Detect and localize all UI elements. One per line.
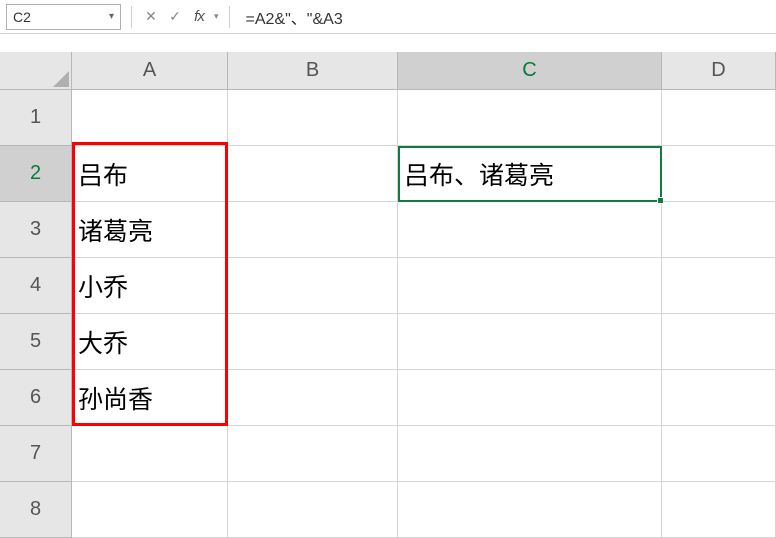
cell-d4[interactable] [662, 258, 776, 314]
cell-d8[interactable] [662, 482, 776, 538]
cell-c8[interactable] [398, 482, 662, 538]
cell-a6[interactable]: 孙尚香 [72, 370, 228, 426]
cell-d1[interactable] [662, 90, 776, 146]
column-header-b[interactable]: B [228, 52, 398, 90]
name-box-value: C2 [13, 9, 31, 25]
row-header-6[interactable]: 6 [0, 370, 72, 426]
cell-d5[interactable] [662, 314, 776, 370]
column-header-a[interactable]: A [72, 52, 228, 90]
column-headers: A B C D [72, 52, 776, 90]
row-header-5[interactable]: 5 [0, 314, 72, 370]
cell-a7[interactable] [72, 426, 228, 482]
cell-c5[interactable] [398, 314, 662, 370]
cell-d3[interactable] [662, 202, 776, 258]
cell-c4[interactable] [398, 258, 662, 314]
cell-c2[interactable]: 吕布、诸葛亮 [398, 146, 662, 202]
divider [131, 6, 132, 28]
cell-d7[interactable] [662, 426, 776, 482]
cell-b4[interactable] [228, 258, 398, 314]
cell-b5[interactable] [228, 314, 398, 370]
cell-a8[interactable] [72, 482, 228, 538]
cell-a1[interactable] [72, 90, 228, 146]
cell-c3[interactable] [398, 202, 662, 258]
cell-b1[interactable] [228, 90, 398, 146]
cell-c1[interactable] [398, 90, 662, 146]
cell-b2[interactable] [228, 146, 398, 202]
cell-c6[interactable] [398, 370, 662, 426]
row-header-8[interactable]: 8 [0, 482, 72, 538]
row-headers: 1 2 3 4 5 6 7 8 [0, 90, 72, 538]
cell-b7[interactable] [228, 426, 398, 482]
cell-d2[interactable] [662, 146, 776, 202]
row-header-7[interactable]: 7 [0, 426, 72, 482]
name-box[interactable]: C2 ▾ [6, 4, 121, 30]
column-header-d[interactable]: D [662, 52, 776, 90]
chevron-down-icon: ▾ [214, 11, 219, 22]
formula-bar: C2 ▾ ✕ ✓ fx ▾ [0, 0, 776, 34]
formula-input[interactable] [240, 5, 770, 29]
row-header-3[interactable]: 3 [0, 202, 72, 258]
cell-grid: 吕布 吕布、诸葛亮 诸葛亮 小乔 大乔 孙尚香 [72, 90, 776, 538]
column-header-c[interactable]: C [398, 52, 662, 90]
cell-b3[interactable] [228, 202, 398, 258]
chevron-down-icon: ▾ [109, 11, 114, 22]
cell-a3[interactable]: 诸葛亮 [72, 202, 228, 258]
row-header-2[interactable]: 2 [0, 146, 72, 202]
divider [229, 6, 230, 28]
cell-b8[interactable] [228, 482, 398, 538]
select-all-corner[interactable] [0, 52, 72, 90]
row-header-4[interactable]: 4 [0, 258, 72, 314]
cell-a4[interactable]: 小乔 [72, 258, 228, 314]
cancel-icon[interactable]: ✕ [142, 8, 160, 25]
cell-c7[interactable] [398, 426, 662, 482]
cell-d6[interactable] [662, 370, 776, 426]
cell-a5[interactable]: 大乔 [72, 314, 228, 370]
formula-controls: ✕ ✓ fx ▾ [142, 8, 219, 25]
accept-icon[interactable]: ✓ [166, 8, 184, 25]
cell-b6[interactable] [228, 370, 398, 426]
cell-a2[interactable]: 吕布 [72, 146, 228, 202]
row-header-1[interactable]: 1 [0, 90, 72, 146]
fx-icon[interactable]: fx [190, 8, 208, 25]
